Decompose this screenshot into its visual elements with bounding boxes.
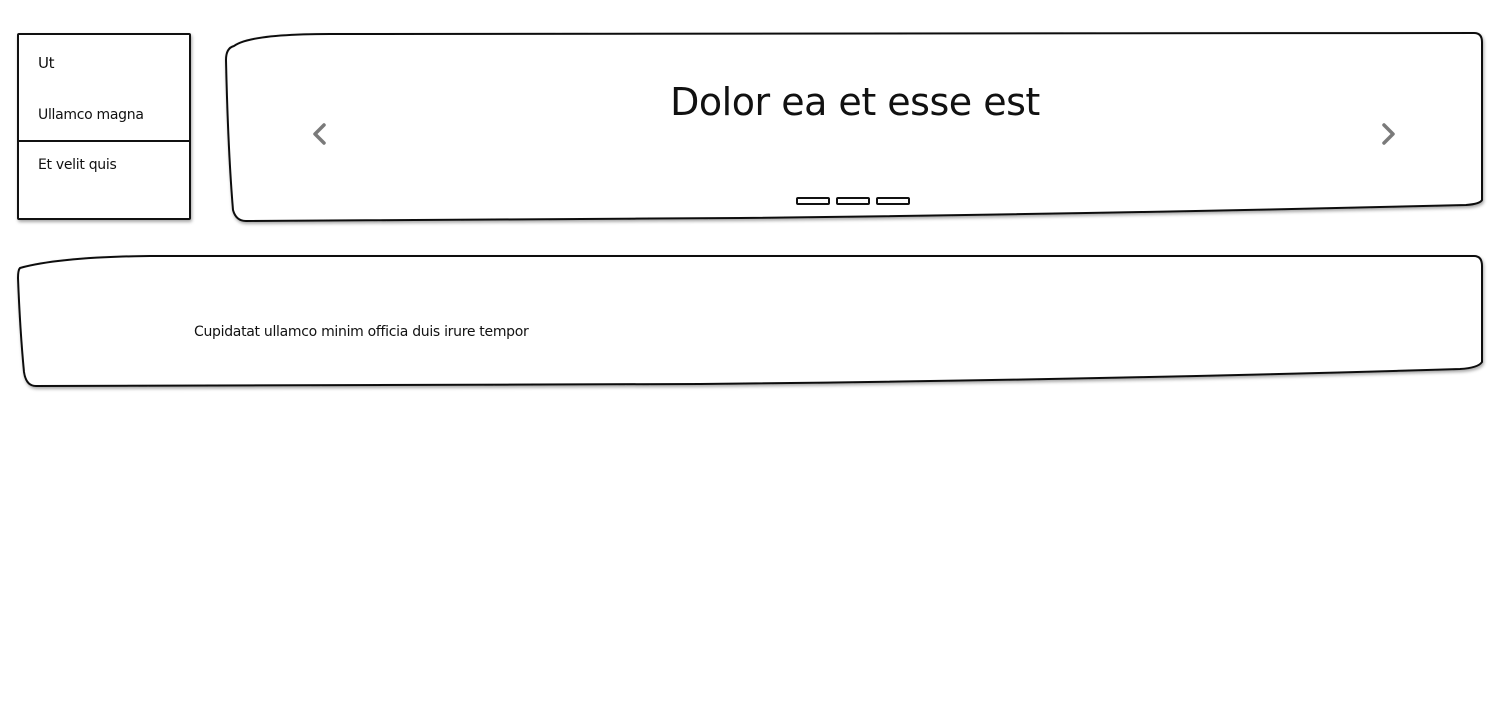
carousel-indicator-1[interactable] [796, 197, 830, 205]
carousel-indicator-2[interactable] [836, 197, 870, 205]
carousel: Dolor ea et esse est [0, 0, 1500, 240]
chevron-left-icon [313, 123, 326, 145]
carousel-indicators [796, 197, 910, 205]
carousel-indicator-3[interactable] [876, 197, 910, 205]
carousel-prev-button[interactable] [308, 120, 332, 148]
chevron-right-icon [1382, 123, 1395, 145]
carousel-title: Dolor ea et esse est [670, 80, 1040, 124]
content-panel-frame [16, 255, 1483, 388]
content-panel: Cupidatat ullamco minim officia duis iru… [0, 240, 1500, 400]
panel-text: Cupidatat ullamco minim officia duis iru… [194, 324, 529, 340]
carousel-next-button[interactable] [1376, 120, 1400, 148]
